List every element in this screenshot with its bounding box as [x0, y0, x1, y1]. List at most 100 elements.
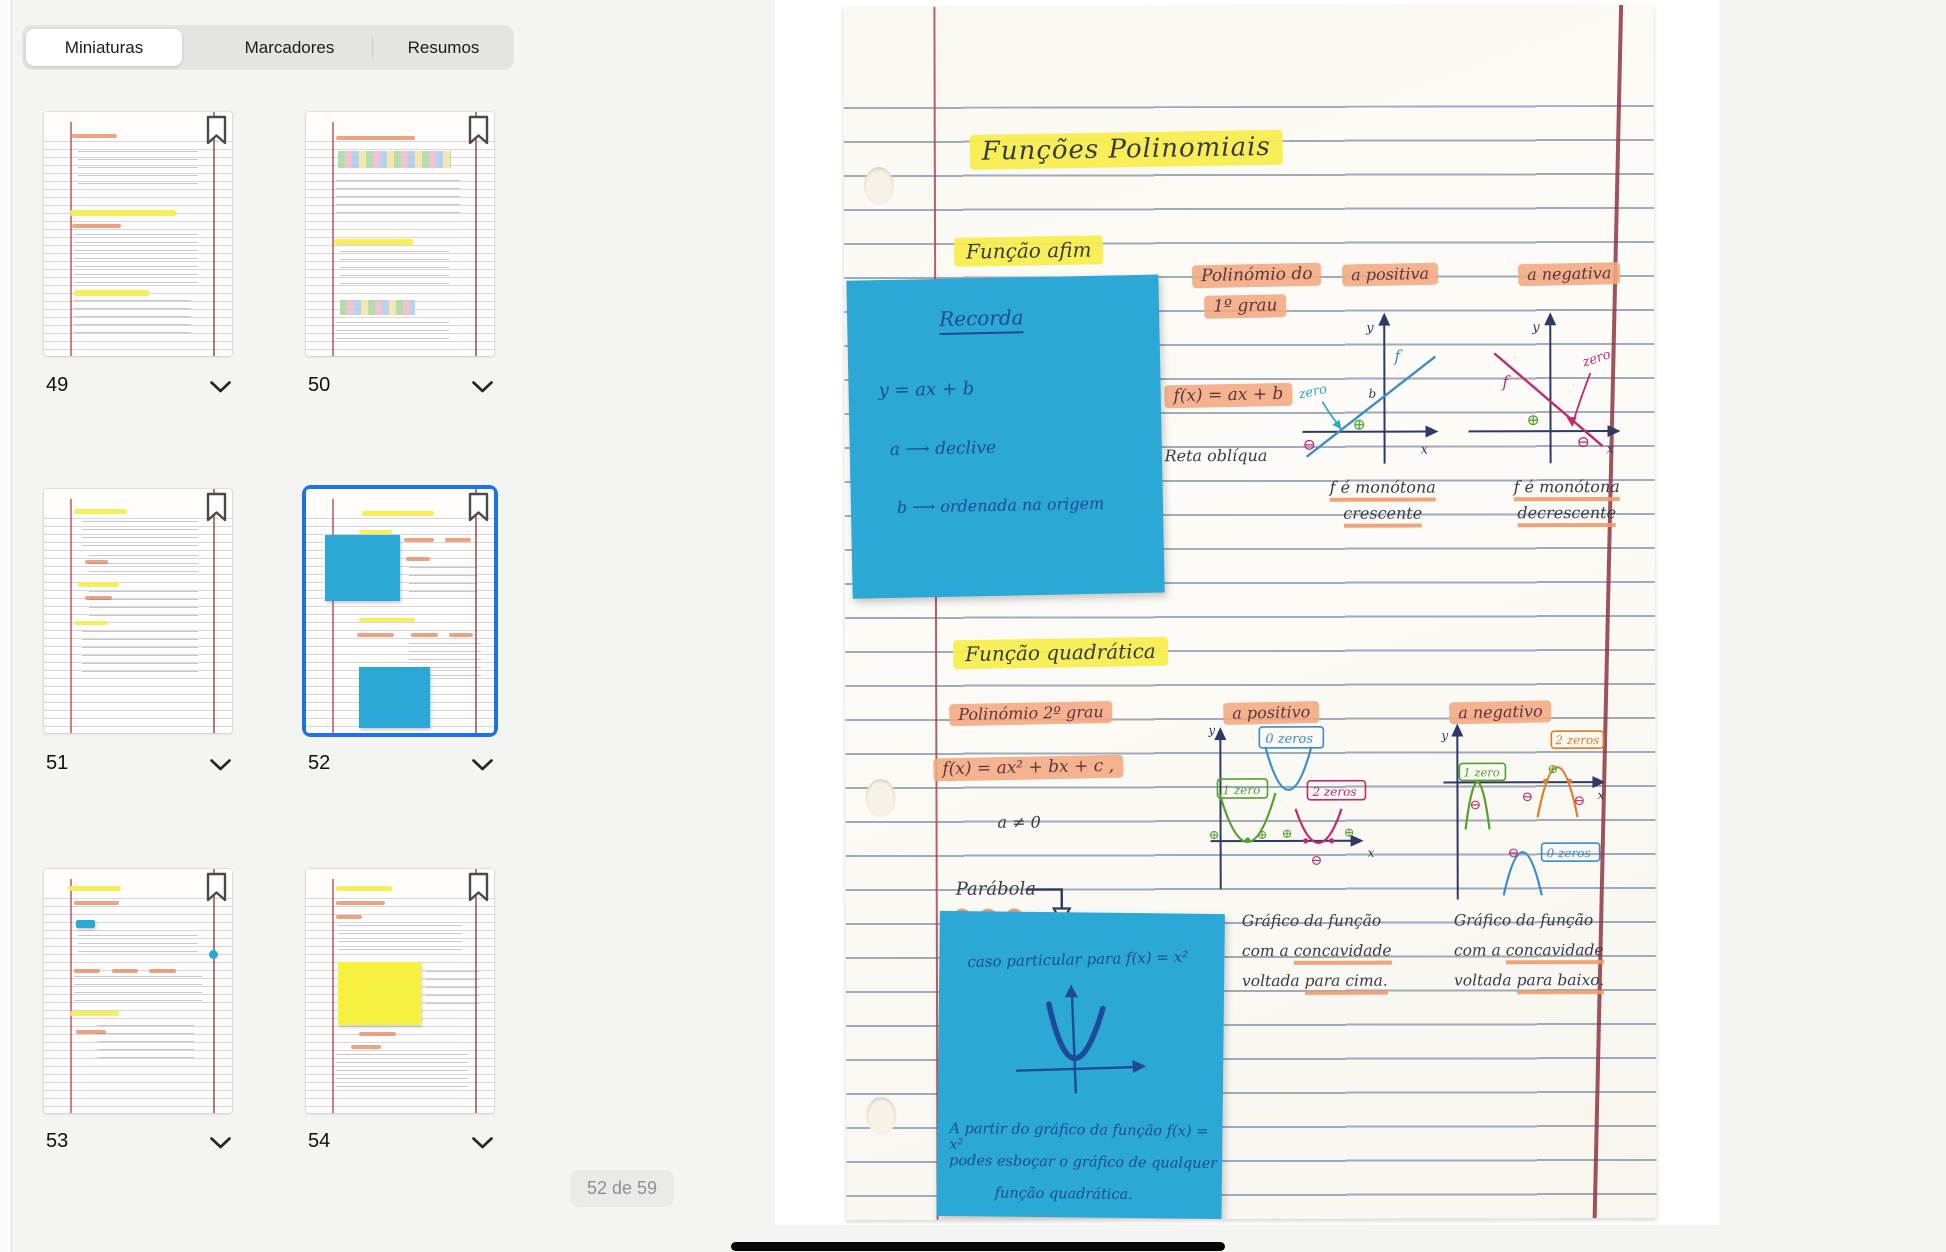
document-viewer-canvas[interactable]: Funções Polinomiais Função afim Polinómi…: [775, 0, 1719, 1225]
svg-text:⊖: ⊖: [1303, 435, 1316, 454]
bookmark-icon[interactable]: [205, 115, 228, 145]
svg-text:f: f: [1501, 372, 1511, 391]
svg-text:x: x: [1597, 788, 1604, 802]
sticky-line: podes esboçar o gráfico de qualquer: [949, 1153, 1217, 1172]
chevron-down-icon[interactable]: [209, 380, 232, 394]
formula-affine: f(x) = ax + b: [1164, 384, 1292, 407]
sticky-line: função quadrática.: [995, 1185, 1133, 1203]
bookmark-icon[interactable]: [205, 492, 228, 522]
svg-text:zero: zero: [1296, 382, 1328, 403]
hole-punch: [864, 167, 894, 205]
thumbnail-page-49[interactable]: [44, 112, 232, 356]
thumbnail-page-number: 51: [46, 752, 68, 775]
thumbnail-page-number: 49: [46, 374, 68, 397]
tab-marcadores[interactable]: Marcadores: [207, 25, 372, 70]
sticky-line: b ⟶ ordenada na origem: [897, 494, 1105, 517]
bookmark-icon[interactable]: [467, 492, 490, 522]
thumbnail-page-number: 54: [308, 1130, 330, 1153]
page-indicator: 52 de 59: [570, 1170, 674, 1207]
thumbnail-image: [306, 489, 494, 733]
svg-text:⊕: ⊕: [1282, 827, 1293, 842]
hole-punch: [866, 1097, 896, 1135]
thumbnail-page-51[interactable]: [44, 489, 232, 733]
svg-text:⊖: ⊖: [1311, 853, 1323, 869]
hole-punch: [865, 779, 895, 817]
label-a-positiva: a positiva: [1342, 264, 1438, 286]
chevron-down-icon[interactable]: [471, 758, 494, 772]
svg-text:y: y: [1207, 723, 1215, 737]
thumbnail-image: [44, 489, 232, 733]
heading-funcao-afim: Função afim: [954, 236, 1103, 265]
page-title: Funções Polinomiais: [970, 132, 1283, 168]
sticky-line: A partir do gráfico da função f(x) = x²: [949, 1121, 1222, 1156]
label-reta-obliqua: Reta oblíqua: [1165, 446, 1268, 465]
svg-text:b: b: [1368, 387, 1376, 401]
thumbnail-page-number: 50: [308, 374, 330, 397]
thumbnail-page-54[interactable]: [306, 869, 494, 1113]
caption-concavity-down: Gráfico da função com a concavidade volt…: [1454, 905, 1654, 996]
sticky-line: y = ax + b: [878, 378, 974, 401]
chevron-down-icon[interactable]: [471, 1136, 494, 1150]
thumbnail-page-number: 52: [308, 752, 330, 775]
caption-monotona-decrescente: f é monótona decrescente: [1487, 477, 1647, 527]
bookmark-icon[interactable]: [467, 115, 490, 145]
svg-text:⊖: ⊖: [1508, 845, 1520, 861]
svg-text:x: x: [1421, 443, 1429, 458]
svg-text:x: x: [1607, 442, 1615, 457]
label-a-negativa: a negativa: [1518, 263, 1620, 285]
sidebar-tabbar: Miniaturas Marcadores Resumos: [22, 25, 514, 70]
svg-text:⊕: ⊕: [1344, 826, 1355, 841]
svg-text:y: y: [1440, 728, 1448, 742]
svg-text:0 zeros: 0 zeros: [1265, 732, 1313, 747]
caption-monotona-crescente: f é monótona crescente: [1303, 477, 1463, 527]
svg-text:1 zero: 1 zero: [1463, 765, 1499, 779]
chevron-down-icon[interactable]: [209, 758, 232, 772]
svg-text:⊖: ⊖: [1577, 432, 1590, 451]
svg-text:⊖: ⊖: [1521, 789, 1533, 805]
sticky-line: a ⟶ declive: [890, 438, 997, 460]
svg-text:2 zeros: 2 zeros: [1554, 733, 1599, 747]
sticky-note-parabola: caso particular para f(x) = x² A partir …: [936, 911, 1224, 1219]
horizontal-scrollbar[interactable]: [731, 1242, 1225, 1251]
svg-text:2 zeros: 2 zeros: [1311, 785, 1356, 799]
thumbnail-image: [44, 112, 232, 356]
svg-text:f: f: [1393, 347, 1403, 366]
svg-text:⊖: ⊖: [1469, 797, 1481, 813]
tab-resumos[interactable]: Resumos: [373, 25, 514, 70]
svg-text:zero: zero: [1580, 347, 1613, 371]
svg-text:1 zero: 1 zero: [1222, 783, 1260, 797]
sticky-title: Recorda: [939, 305, 1024, 335]
caption-concavity-up: Gráfico da função com a concavidade volt…: [1242, 905, 1442, 996]
svg-text:⊕: ⊕: [1547, 762, 1558, 777]
bookmark-icon[interactable]: [205, 872, 228, 902]
sticky-note-recorda: Recorda y = ax + b a ⟶ declive b ⟶ orden…: [846, 275, 1164, 599]
thumbnail-page-53[interactable]: [44, 869, 232, 1113]
chevron-down-icon[interactable]: [471, 380, 494, 394]
svg-text:x: x: [1368, 846, 1375, 860]
heading-funcao-quadratica: Função quadrática: [953, 638, 1168, 668]
tab-miniaturas[interactable]: Miniaturas: [26, 25, 182, 70]
sidebar: Miniaturas Marcadores Resumos 49: [0, 0, 537, 1252]
svg-text:y: y: [1531, 320, 1540, 335]
parabola-sketch: [1004, 978, 1155, 1100]
svg-text:⊕: ⊕: [1526, 410, 1539, 429]
thumbnail-page-number: 53: [46, 1130, 68, 1153]
thumbnail-page-52-selected[interactable]: [306, 489, 494, 733]
graph-quadratic-positive: x y 0 zeros 1 zero ⊕ ⊕ ⊕ 2 zeros ⊖ ⊕: [1207, 721, 1407, 897]
formula-quadratic: f(x) = ax² + bx + c ,: [933, 756, 1123, 779]
svg-text:⊕: ⊕: [1257, 828, 1268, 843]
svg-text:y: y: [1365, 321, 1374, 336]
scanned-notebook-page: Funções Polinomiais Função afim Polinómi…: [843, 5, 1656, 1220]
svg-text:0 zeros: 0 zeros: [1547, 846, 1591, 860]
graph-affine-negative: y x f zero ⊕ ⊖: [1462, 305, 1630, 470]
condition-a-not-zero: a ≠ 0: [998, 813, 1041, 832]
svg-text:⊕: ⊕: [1209, 828, 1220, 843]
graph-quadratic-negative: x y 1 zero ⊖ 2 zeros ⊕ ⊖ ⊖ 0 zeros ⊖: [1437, 717, 1637, 908]
sticky-line: caso particular para f(x) = x²: [967, 948, 1188, 971]
bookmark-icon[interactable]: [467, 872, 490, 902]
thumbnail-image: [306, 869, 494, 1113]
svg-text:⊖: ⊖: [1573, 793, 1585, 809]
thumbnail-page-50[interactable]: [306, 112, 494, 356]
svg-text:⊕: ⊕: [1352, 415, 1365, 434]
chevron-down-icon[interactable]: [209, 1136, 232, 1150]
